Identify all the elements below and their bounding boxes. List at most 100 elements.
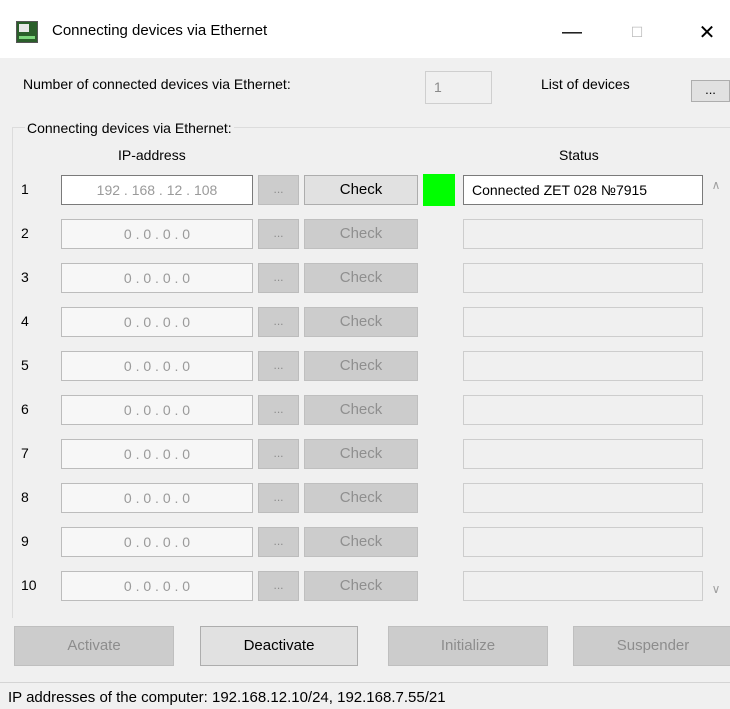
ip-octet[interactable]: 0: [163, 226, 171, 242]
check-button[interactable]: Check: [304, 439, 418, 469]
ip-octet[interactable]: 0: [143, 446, 151, 462]
ip-octet[interactable]: 0: [182, 578, 190, 594]
dialog-client: Number of connected devices via Ethernet…: [0, 58, 730, 709]
ip-separator: .: [151, 490, 163, 506]
ip-browse-button[interactable]: ...: [258, 439, 299, 469]
ip-octet[interactable]: 0: [124, 314, 132, 330]
check-button[interactable]: Check: [304, 571, 418, 601]
ip-address-field[interactable]: 0 . 0 . 0 . 0: [61, 483, 253, 513]
ip-octet[interactable]: 0: [143, 358, 151, 374]
suspender-button[interactable]: Suspender: [573, 626, 730, 666]
ip-address-field[interactable]: 0 . 0 . 0 . 0: [61, 527, 253, 557]
maximize-button[interactable]: ☐: [614, 10, 660, 54]
ip-separator: .: [170, 402, 183, 418]
ip-separator: .: [170, 446, 183, 462]
ip-separator: .: [151, 446, 163, 462]
check-button[interactable]: Check: [304, 219, 418, 249]
ip-octet[interactable]: 0: [143, 270, 151, 286]
status-field: [463, 219, 703, 249]
ip-octet[interactable]: 0: [124, 490, 132, 506]
ip-address-field[interactable]: 0 . 0 . 0 . 0: [61, 219, 253, 249]
ip-octet[interactable]: 12: [167, 182, 183, 198]
ip-separator: .: [131, 402, 144, 418]
ip-address-field[interactable]: 192 . 168 . 12 . 108: [61, 175, 253, 205]
ip-octet[interactable]: 0: [182, 402, 190, 418]
ip-browse-button[interactable]: ...: [258, 571, 299, 601]
status-field: [463, 483, 703, 513]
ip-octet[interactable]: 0: [163, 314, 171, 330]
ip-octet[interactable]: 0: [163, 402, 171, 418]
minimize-button[interactable]: —: [549, 10, 595, 54]
scroll-up-icon[interactable]: ∧: [707, 178, 725, 192]
ip-octet[interactable]: 0: [124, 446, 132, 462]
ip-octet[interactable]: 0: [182, 446, 190, 462]
check-button[interactable]: Check: [304, 175, 418, 205]
check-button[interactable]: Check: [304, 483, 418, 513]
ip-address-field[interactable]: 0 . 0 . 0 . 0: [61, 571, 253, 601]
ip-octet[interactable]: 0: [143, 578, 151, 594]
ip-browse-button[interactable]: ...: [258, 527, 299, 557]
ip-separator: .: [151, 578, 163, 594]
ip-octet[interactable]: 192: [97, 182, 120, 198]
ip-browse-button[interactable]: ...: [258, 175, 299, 205]
check-button[interactable]: Check: [304, 263, 418, 293]
ip-octet[interactable]: 0: [124, 402, 132, 418]
ip-address-field[interactable]: 0 . 0 . 0 . 0: [61, 307, 253, 337]
ip-browse-button[interactable]: ...: [258, 219, 299, 249]
ip-address-field[interactable]: 0 . 0 . 0 . 0: [61, 351, 253, 381]
row-number: 3: [21, 269, 29, 285]
ip-octet[interactable]: 0: [163, 578, 171, 594]
device-list-button[interactable]: ...: [691, 80, 730, 102]
ip-octet[interactable]: 0: [163, 358, 171, 374]
row-number: 8: [21, 489, 29, 505]
row-number: 1: [21, 181, 29, 197]
ip-octet[interactable]: 0: [143, 314, 151, 330]
ip-separator: .: [151, 358, 163, 374]
ip-octet[interactable]: 0: [182, 226, 190, 242]
deactivate-button[interactable]: Deactivate: [200, 626, 358, 666]
ip-octet[interactable]: 108: [194, 182, 217, 198]
ip-octet[interactable]: 0: [182, 270, 190, 286]
ip-octet[interactable]: 0: [163, 446, 171, 462]
activate-button[interactable]: Activate: [14, 626, 174, 666]
ip-address-field[interactable]: 0 . 0 . 0 . 0: [61, 263, 253, 293]
check-button[interactable]: Check: [304, 527, 418, 557]
check-button[interactable]: Check: [304, 351, 418, 381]
ip-octet[interactable]: 0: [163, 270, 171, 286]
ip-octet[interactable]: 0: [124, 578, 132, 594]
ip-octet[interactable]: 0: [163, 490, 171, 506]
status-field: Connected ZET 028 №7915: [463, 175, 703, 205]
ip-address-field[interactable]: 0 . 0 . 0 . 0: [61, 439, 253, 469]
initialize-button[interactable]: Initialize: [388, 626, 548, 666]
ip-octet[interactable]: 0: [124, 358, 132, 374]
device-list-label: List of devices: [541, 76, 630, 92]
ip-octet[interactable]: 0: [163, 534, 171, 550]
ip-browse-button[interactable]: ...: [258, 263, 299, 293]
ip-separator: .: [131, 226, 144, 242]
ip-separator: .: [131, 314, 144, 330]
ip-browse-button[interactable]: ...: [258, 351, 299, 381]
ip-octet[interactable]: 0: [124, 534, 132, 550]
ip-octet[interactable]: 0: [143, 534, 151, 550]
ip-browse-button[interactable]: ...: [258, 307, 299, 337]
ip-octet[interactable]: 0: [124, 270, 132, 286]
ip-octet[interactable]: 0: [143, 490, 151, 506]
ip-octet[interactable]: 0: [182, 534, 190, 550]
ip-octet[interactable]: 0: [182, 314, 190, 330]
ip-octet[interactable]: 0: [143, 226, 151, 242]
ip-octet[interactable]: 0: [182, 358, 190, 374]
status-field: [463, 395, 703, 425]
check-button[interactable]: Check: [304, 395, 418, 425]
ip-octet[interactable]: 0: [143, 402, 151, 418]
close-button[interactable]: ✕: [684, 10, 730, 54]
ip-octet[interactable]: 168: [132, 182, 155, 198]
ip-octet[interactable]: 0: [124, 226, 132, 242]
status-field: [463, 571, 703, 601]
ip-browse-button[interactable]: ...: [258, 395, 299, 425]
check-button[interactable]: Check: [304, 307, 418, 337]
connected-count-field[interactable]: 1: [425, 71, 492, 104]
scroll-down-icon[interactable]: ∨: [707, 582, 725, 596]
ip-browse-button[interactable]: ...: [258, 483, 299, 513]
ip-address-field[interactable]: 0 . 0 . 0 . 0: [61, 395, 253, 425]
ip-octet[interactable]: 0: [182, 490, 190, 506]
